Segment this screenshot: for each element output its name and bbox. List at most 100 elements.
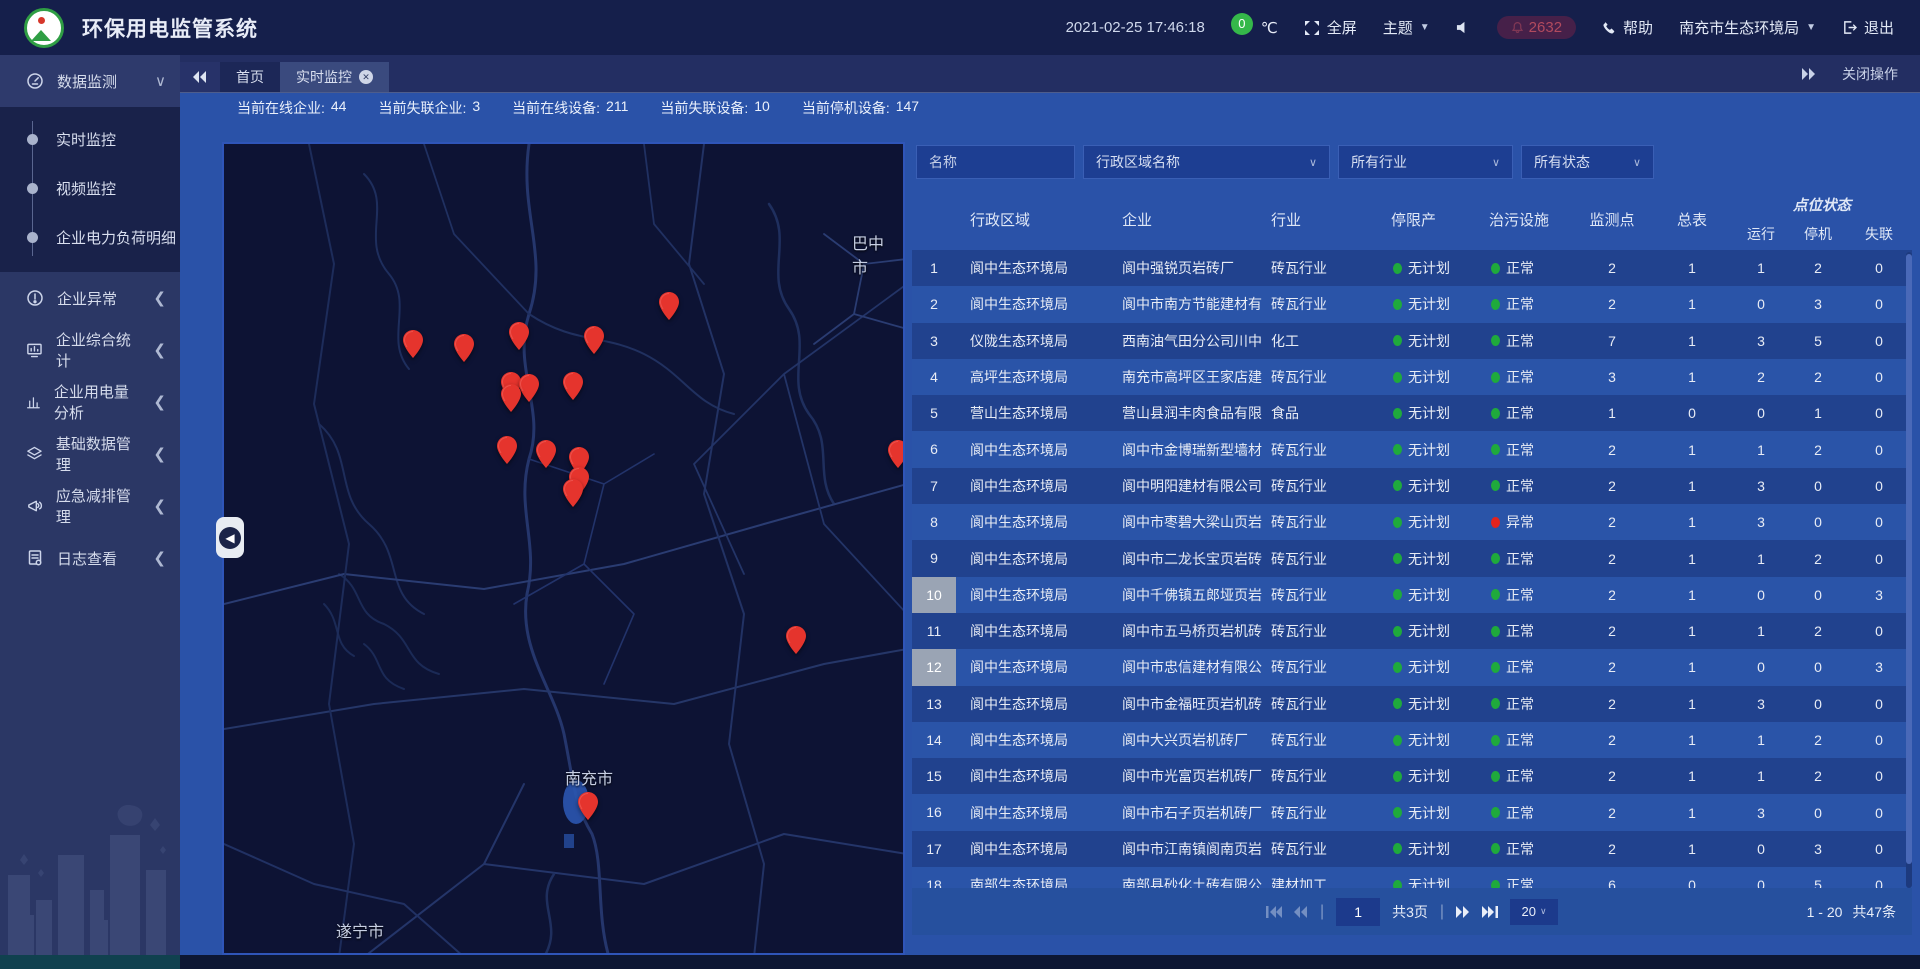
table-row[interactable]: 13阆中生态环境局阆中市金福旺页岩机砖砖瓦行业无计划正常21300 [912,686,1912,722]
sidebar-item-视频监控[interactable]: 视频监控 [0,164,180,213]
cell-stop: 1 [1790,405,1846,421]
phone-icon [1602,21,1616,35]
prev-page-button[interactable] [1294,906,1308,918]
cell-facility: 正常 [1480,440,1572,460]
sidebar-group-数据监测[interactable]: 数据监测∨ [0,55,180,107]
table-row[interactable]: 11阆中生态环境局阆中市五马桥页岩机砖砖瓦行业无计划正常21120 [912,613,1912,649]
temperature-badge: 0 [1231,13,1253,35]
cell-monitor: 2 [1572,442,1652,458]
first-page-button[interactable] [1266,906,1282,918]
sidebar-group-日志查看[interactable]: 日志查看❮ [0,532,180,584]
industry-filter-select[interactable]: 所有行业∨ [1338,145,1513,179]
cell-limit: 无计划 [1382,730,1480,750]
fullscreen-button[interactable]: 全屏 [1304,17,1357,38]
logout-button[interactable]: 退出 [1842,17,1894,38]
status-dot-icon [1491,843,1500,854]
region-filter-select[interactable]: 行政区域名称∨ [1083,145,1330,179]
map-pin[interactable] [578,792,598,820]
cell-run: 1 [1732,260,1790,276]
sidebar-group-企业异常[interactable]: 企业异常❮ [0,272,180,324]
cell-limit: 无计划 [1382,331,1480,351]
divider: | [1440,903,1444,921]
map-pin[interactable] [403,330,423,358]
chevron-left-icon: ❮ [153,445,166,463]
double-chevron-right-icon[interactable] [1802,68,1816,80]
map-pin[interactable] [563,479,583,507]
sidebar-group-企业用电量分析[interactable]: 企业用电量分析❮ [0,376,180,428]
map-collapse-button[interactable]: ◀ [216,517,244,558]
table-row[interactable]: 4高坪生态环境局南充市高坪区王家店建砖瓦行业无计划正常31220 [912,359,1912,395]
cell-total: 1 [1652,551,1732,567]
help-button[interactable]: 帮助 [1602,17,1653,38]
map-pin[interactable] [888,440,905,468]
map-pin[interactable] [454,334,474,362]
cell-lost: 0 [1846,841,1912,857]
chevron-left-icon: ◀ [225,531,234,545]
map-panel[interactable]: 巴中市南充市遂宁市 [222,142,905,955]
cell-facility: 正常 [1480,839,1572,859]
tabs-scroll-left-button[interactable] [180,62,220,92]
cell-industry: 食品 [1262,395,1382,431]
speaker-muted-icon[interactable] [1456,20,1471,35]
table-row[interactable]: 7阆中生态环境局阆中明阳建材有限公司砖瓦行业无计划正常21300 [912,468,1912,504]
map-pin[interactable] [536,440,556,468]
table-row[interactable]: 9阆中生态环境局阆中市二龙长宝页岩砖砖瓦行业无计划正常21120 [912,540,1912,576]
map-pin[interactable] [584,326,604,354]
status-dot-icon [1393,626,1402,637]
cell-monitor: 2 [1572,260,1652,276]
map-pin[interactable] [501,384,521,412]
cell-company: 阆中市二龙长宝页岩砖 [1108,540,1262,576]
cell-run: 3 [1732,333,1790,349]
table-row[interactable]: 16阆中生态环境局阆中市石子页岩机砖厂砖瓦行业无计划正常21300 [912,794,1912,830]
tab-close-icon[interactable]: ✕ [359,70,373,84]
status-dot-icon [1491,517,1500,528]
last-page-button[interactable] [1482,906,1498,918]
sidebar-group-企业综合统计[interactable]: 企业综合统计❮ [0,324,180,376]
cell-region: 阆中生态环境局 [956,722,1108,758]
table-row[interactable]: 1阆中生态环境局阆中强锐页岩砖厂砖瓦行业无计划正常21120 [912,250,1912,286]
map-pin[interactable] [563,372,583,400]
table-row[interactable]: 2阆中生态环境局阆中市南方节能建材有砖瓦行业无计划正常21030 [912,286,1912,322]
name-filter-input[interactable] [916,145,1075,179]
status-filter-select[interactable]: 所有状态∨ [1521,145,1654,179]
sidebar-item-实时监控[interactable]: 实时监控 [0,115,180,164]
cell-stop: 2 [1790,623,1846,639]
scrollbar-thumb[interactable] [1906,254,1912,864]
table-row[interactable]: 3仪陇生态环境局西南油气田分公司川中化工无计划正常71350 [912,323,1912,359]
map-pin[interactable] [497,436,517,464]
map-pin[interactable] [519,374,539,402]
table-row[interactable]: 5营山生态环境局营山县润丰肉食品有限食品无计划正常10010 [912,395,1912,431]
page-number-input[interactable] [1336,898,1380,926]
map-pin[interactable] [786,626,806,654]
table-scrollbar[interactable] [1906,252,1912,888]
cell-run: 3 [1732,696,1790,712]
sidebar-item-企业电力负荷明细[interactable]: 企业电力负荷明细 [0,213,180,262]
cell-limit: 无计划 [1382,549,1480,569]
map-pin[interactable] [659,292,679,320]
org-dropdown[interactable]: 南充市生态环境局▼ [1679,17,1816,38]
map-pin[interactable] [509,322,529,350]
row-index: 12 [912,649,956,685]
theme-dropdown[interactable]: 主题▼ [1383,17,1430,38]
sidebar-group-应急减排管理[interactable]: 应急减排管理❮ [0,480,180,532]
cell-lost: 0 [1846,405,1912,421]
page-size-select[interactable]: 20∨ [1510,899,1558,925]
stat-value: 211 [606,98,628,118]
row-index: 18 [912,867,956,890]
cell-lost: 3 [1846,659,1912,675]
table-row[interactable]: 8阆中生态环境局阆中市枣碧大梁山页岩砖瓦行业无计划异常21300 [912,504,1912,540]
next-page-button[interactable] [1456,906,1470,918]
tab-首页[interactable]: 首页 [220,62,280,92]
table-row[interactable]: 10阆中生态环境局阆中千佛镇五郎垭页岩砖瓦行业无计划正常21003 [912,577,1912,613]
close-operations-button[interactable]: 关闭操作 [1842,64,1898,84]
table-row[interactable]: 18南部生态环境局南部县砂化土砖有限公建材加工无计划正常60050 [912,867,1912,890]
table-row[interactable]: 12阆中生态环境局阆中市忠信建材有限公砖瓦行业无计划正常21003 [912,649,1912,685]
notification-badge[interactable]: 2632 [1497,16,1576,39]
table-row[interactable]: 17阆中生态环境局阆中市江南镇阆南页岩砖瓦行业无计划正常21030 [912,831,1912,867]
tab-实时监控[interactable]: 实时监控✕ [280,62,389,92]
table-row[interactable]: 14阆中生态环境局阆中大兴页岩机砖厂砖瓦行业无计划正常21120 [912,722,1912,758]
table-row[interactable]: 6阆中生态环境局阆中市金博瑞新型墙材砖瓦行业无计划正常21120 [912,431,1912,467]
cell-stop: 5 [1790,333,1846,349]
sidebar-group-基础数据管理[interactable]: 基础数据管理❮ [0,428,180,480]
table-row[interactable]: 15阆中生态环境局阆中市光富页岩机砖厂砖瓦行业无计划正常21120 [912,758,1912,794]
